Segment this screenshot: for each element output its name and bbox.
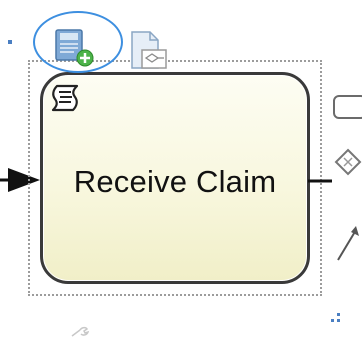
task-label: Receive Claim (73, 164, 277, 199)
wrench-icon (71, 326, 90, 337)
outgoing-flow-line[interactable] (308, 176, 332, 186)
resize-handle[interactable] (330, 312, 342, 324)
script-icon (51, 84, 79, 112)
connector-icon[interactable] (334, 220, 362, 264)
document-icon[interactable] (128, 30, 174, 72)
anchor-dot (8, 40, 12, 44)
gateway-icon[interactable] (334, 144, 362, 178)
add-task-icon[interactable] (52, 28, 96, 68)
task-shape-icon[interactable] (332, 94, 362, 120)
